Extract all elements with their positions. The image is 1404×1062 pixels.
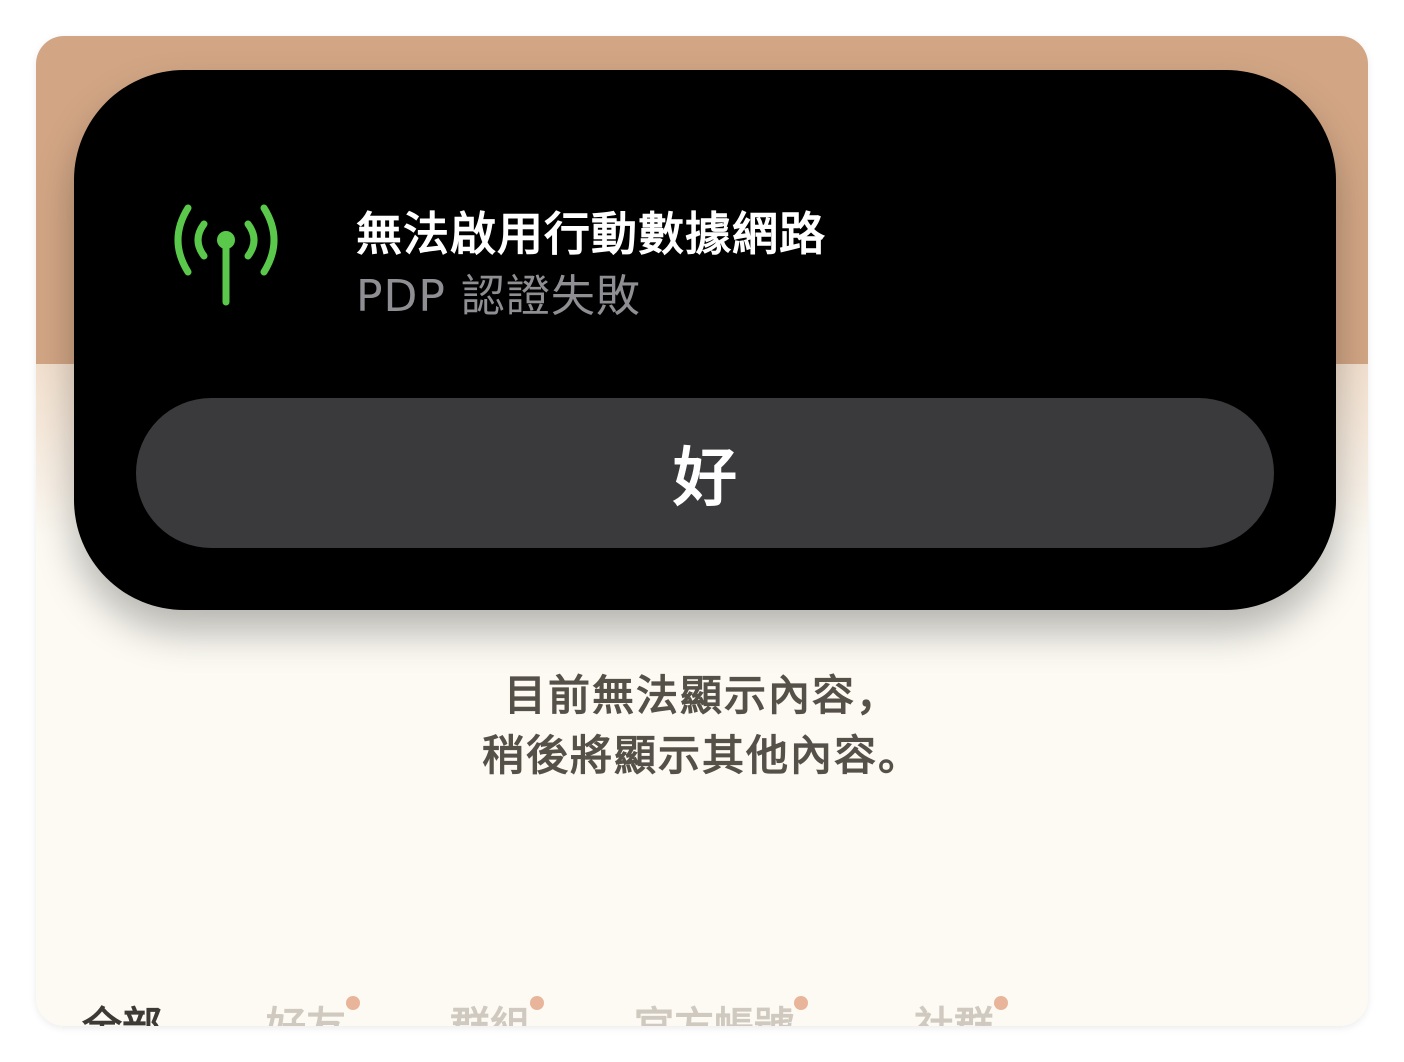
tab-groups-badge-dot bbox=[530, 996, 544, 1010]
tab-groups-label: 群組 bbox=[450, 1004, 530, 1026]
empty-state-message: 目前無法顯示內容， 稍後將顯示其他內容。 bbox=[36, 666, 1368, 786]
tab-all-label: 全部 bbox=[82, 1004, 162, 1026]
empty-state-line-1: 目前無法顯示內容， bbox=[503, 671, 900, 720]
alert-title: 無法啟用行動數據網路 bbox=[356, 207, 826, 261]
tab-friends-badge-dot bbox=[346, 996, 360, 1010]
tab-communities[interactable]: 社群 bbox=[914, 994, 1008, 1026]
app-screen: 目前無法顯示內容， 稍後將顯示其他內容。 全部 好友 群組 官方帳號 社群 bbox=[36, 36, 1368, 1026]
tab-friends[interactable]: 好友 bbox=[266, 994, 360, 1026]
tab-official-accounts-label: 官方帳號 bbox=[634, 1004, 794, 1026]
tab-official-accounts-badge-dot bbox=[794, 996, 808, 1010]
tab-communities-badge-dot bbox=[994, 996, 1008, 1010]
tab-official-accounts[interactable]: 官方帳號 bbox=[634, 994, 808, 1026]
tab-groups[interactable]: 群組 bbox=[450, 994, 544, 1026]
tab-communities-label: 社群 bbox=[914, 1004, 994, 1026]
category-tabs: 全部 好友 群組 官方帳號 社群 bbox=[36, 994, 1368, 1026]
tab-friends-label: 好友 bbox=[266, 1004, 346, 1026]
empty-state-line-2: 稍後將顯示其他內容。 bbox=[481, 731, 922, 780]
tab-all[interactable]: 全部 bbox=[82, 994, 162, 1026]
cellular-antenna-icon bbox=[174, 204, 278, 306]
alert-subtitle: PDP 認證失敗 bbox=[356, 271, 641, 322]
cellular-data-alert: 無法啟用行動數據網路 PDP 認證失敗 好 bbox=[74, 70, 1336, 610]
ok-button[interactable]: 好 bbox=[136, 398, 1274, 548]
